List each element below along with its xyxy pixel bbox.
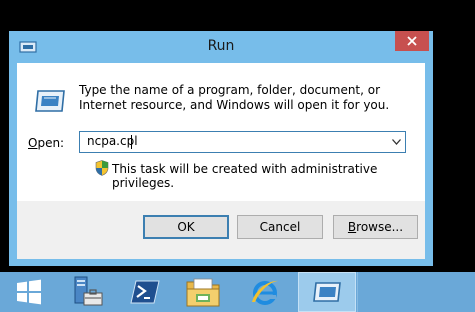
taskbar-server-manager[interactable] [58, 272, 116, 312]
title-bar[interactable]: Run [9, 31, 433, 63]
taskbar-divider [357, 272, 358, 312]
ok-button-label: OK [177, 220, 195, 234]
start-button[interactable] [0, 272, 58, 312]
open-label: Open: [28, 136, 65, 150]
run-program-icon [35, 90, 65, 112]
close-icon [407, 36, 417, 46]
run-dialog-window: Run Type the name of a program, folder, … [9, 31, 433, 266]
close-button[interactable] [395, 31, 429, 51]
cancel-button[interactable]: Cancel [237, 215, 323, 239]
window-title: Run [207, 38, 235, 54]
taskbar-run[interactable] [298, 272, 356, 312]
ok-button[interactable]: OK [143, 215, 229, 239]
browse-button-label: Browse... [347, 220, 404, 234]
run-icon [313, 282, 341, 302]
taskbar [0, 272, 475, 312]
start-windows-icon [17, 279, 41, 305]
taskbar-internet-explorer[interactable] [236, 272, 294, 312]
dialog-client-area: Type the name of a program, folder, docu… [17, 63, 425, 259]
internet-explorer-icon [252, 280, 278, 305]
open-input-value[interactable]: ncpa.cpl [87, 134, 138, 148]
browse-button[interactable]: Browse... [333, 215, 418, 239]
powershell-icon [130, 280, 160, 304]
text-caret [131, 135, 132, 149]
cancel-button-label: Cancel [259, 220, 301, 234]
server-manager-icon [74, 276, 103, 306]
open-combobox[interactable]: ncpa.cpl [79, 131, 406, 153]
taskbar-powershell[interactable] [116, 272, 174, 312]
admin-privileges-note: This task will be created with administr… [112, 162, 378, 190]
dialog-content-panel: Type the name of a program, folder, docu… [17, 63, 425, 201]
run-description: Type the name of a program, folder, docu… [79, 83, 390, 112]
taskbar-file-explorer[interactable] [174, 272, 232, 312]
chevron-down-icon[interactable] [392, 139, 401, 145]
uac-shield-icon [95, 160, 109, 176]
file-explorer-icon [186, 278, 220, 307]
